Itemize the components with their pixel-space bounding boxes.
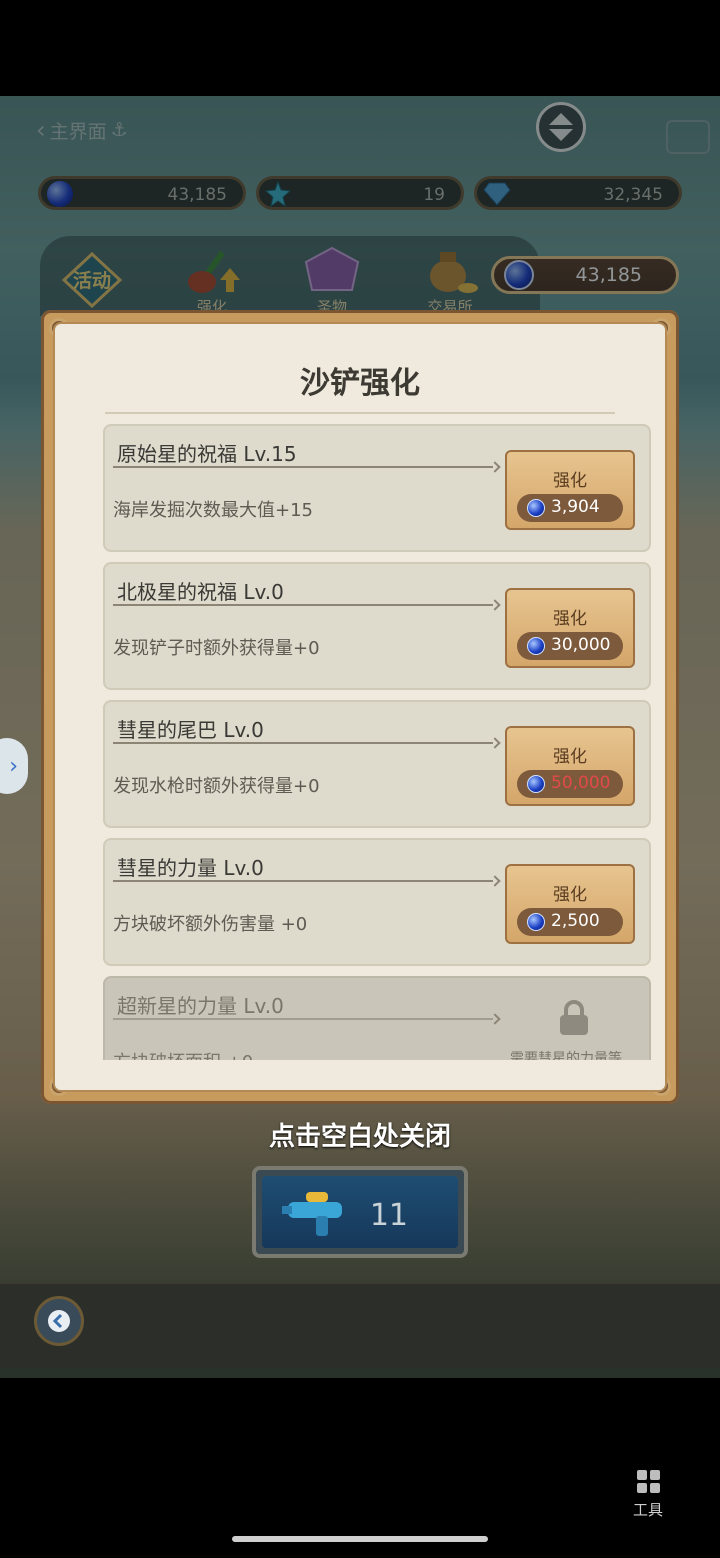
blue-orb-icon (527, 775, 545, 793)
strengthen-button[interactable]: 强化 2,500 (505, 864, 635, 944)
item-divider (113, 742, 493, 744)
upgrade-item: 北极星的祝福 Lv.0 发现铲子时额外获得量+0 强化 30,000 (103, 562, 651, 690)
item-name: 原始星的祝福 Lv.15 (117, 442, 297, 466)
blue-orb-icon (527, 637, 545, 655)
item-description: 发现铲子时额外获得量+0 (113, 638, 320, 659)
tools-button[interactable]: 工具 (620, 1470, 676, 1520)
home-indicator[interactable] (232, 1536, 488, 1542)
title-divider (105, 412, 615, 414)
cost-value: 2,500 (551, 911, 600, 931)
blue-orb-icon (527, 499, 545, 517)
cost-pill: 50,000 (517, 770, 623, 798)
game-screen: ‹ 主界面 ⚓ 43,185 19 32,345 活动 强化 圣物 交易所 43… (0, 96, 720, 1378)
strengthen-button-label: 强化 (553, 471, 587, 491)
strengthen-button[interactable]: 强化 3,904 (505, 450, 635, 530)
chevron-left-icon (48, 1310, 70, 1332)
upgrade-item: 彗星的力量 Lv.0 方块破坏额外伤害量 +0 强化 2,500 (103, 838, 651, 966)
item-description: 发现水枪时额外获得量+0 (113, 776, 320, 797)
dialog-body: 沙铲强化 原始星的祝福 Lv.15 海岸发掘次数最大值+15 强化 3,904 … (55, 324, 665, 1090)
item-divider (113, 466, 493, 468)
tools-label: 工具 (632, 1501, 663, 1519)
side-expand-button[interactable]: › (0, 738, 28, 794)
strengthen-button-label: 强化 (553, 747, 587, 767)
cost-value: 30,000 (551, 635, 611, 655)
item-name: 超新星的力量 Lv.0 (117, 994, 284, 1018)
lock-icon (560, 1000, 588, 1035)
chevron-right-icon: › (9, 753, 18, 779)
water-gun-card-inner: 11 (262, 1176, 458, 1248)
item-name: 彗星的力量 Lv.0 (117, 856, 264, 880)
item-name: 彗星的尾巴 Lv.0 (117, 718, 264, 742)
item-description: 方块破坏额外伤害量 +0 (113, 914, 308, 935)
cost-pill: 3,904 (517, 494, 623, 522)
upgrade-dialog: 沙铲强化 原始星的祝福 Lv.15 海岸发掘次数最大值+15 强化 3,904 … (41, 310, 679, 1104)
cost-value-insufficient: 50,000 (551, 773, 611, 793)
blue-orb-icon (527, 913, 545, 931)
item-divider (113, 880, 493, 882)
item-description: 海岸发掘次数最大值+15 (113, 500, 313, 521)
close-hint: 点击空白处关闭 (268, 1122, 451, 1152)
scroll-mask (55, 1060, 665, 1090)
item-divider (113, 1018, 493, 1020)
dialog-title: 沙铲强化 (300, 366, 420, 401)
item-divider (113, 604, 493, 606)
water-gun-card[interactable]: 11 (252, 1166, 468, 1258)
strengthen-button[interactable]: 强化 30,000 (505, 588, 635, 668)
upgrade-item: 彗星的尾巴 Lv.0 发现水枪时额外获得量+0 强化 50,000 (103, 700, 651, 828)
back-button[interactable] (34, 1296, 84, 1346)
bottom-bar (0, 1282, 720, 1368)
water-gun-icon (282, 1192, 342, 1236)
item-name: 北极星的祝福 Lv.0 (117, 580, 284, 604)
water-gun-count: 11 (369, 1198, 408, 1233)
strengthen-button-label: 强化 (553, 885, 587, 905)
strengthen-button[interactable]: 强化 50,000 (505, 726, 635, 806)
cost-pill: 30,000 (517, 632, 623, 660)
grid-icon (636, 1470, 660, 1493)
strengthen-button-label: 强化 (553, 609, 587, 629)
cost-pill: 2,500 (517, 908, 623, 936)
cost-value: 3,904 (551, 497, 600, 517)
upgrade-item: 原始星的祝福 Lv.15 海岸发掘次数最大值+15 强化 3,904 (103, 424, 651, 552)
